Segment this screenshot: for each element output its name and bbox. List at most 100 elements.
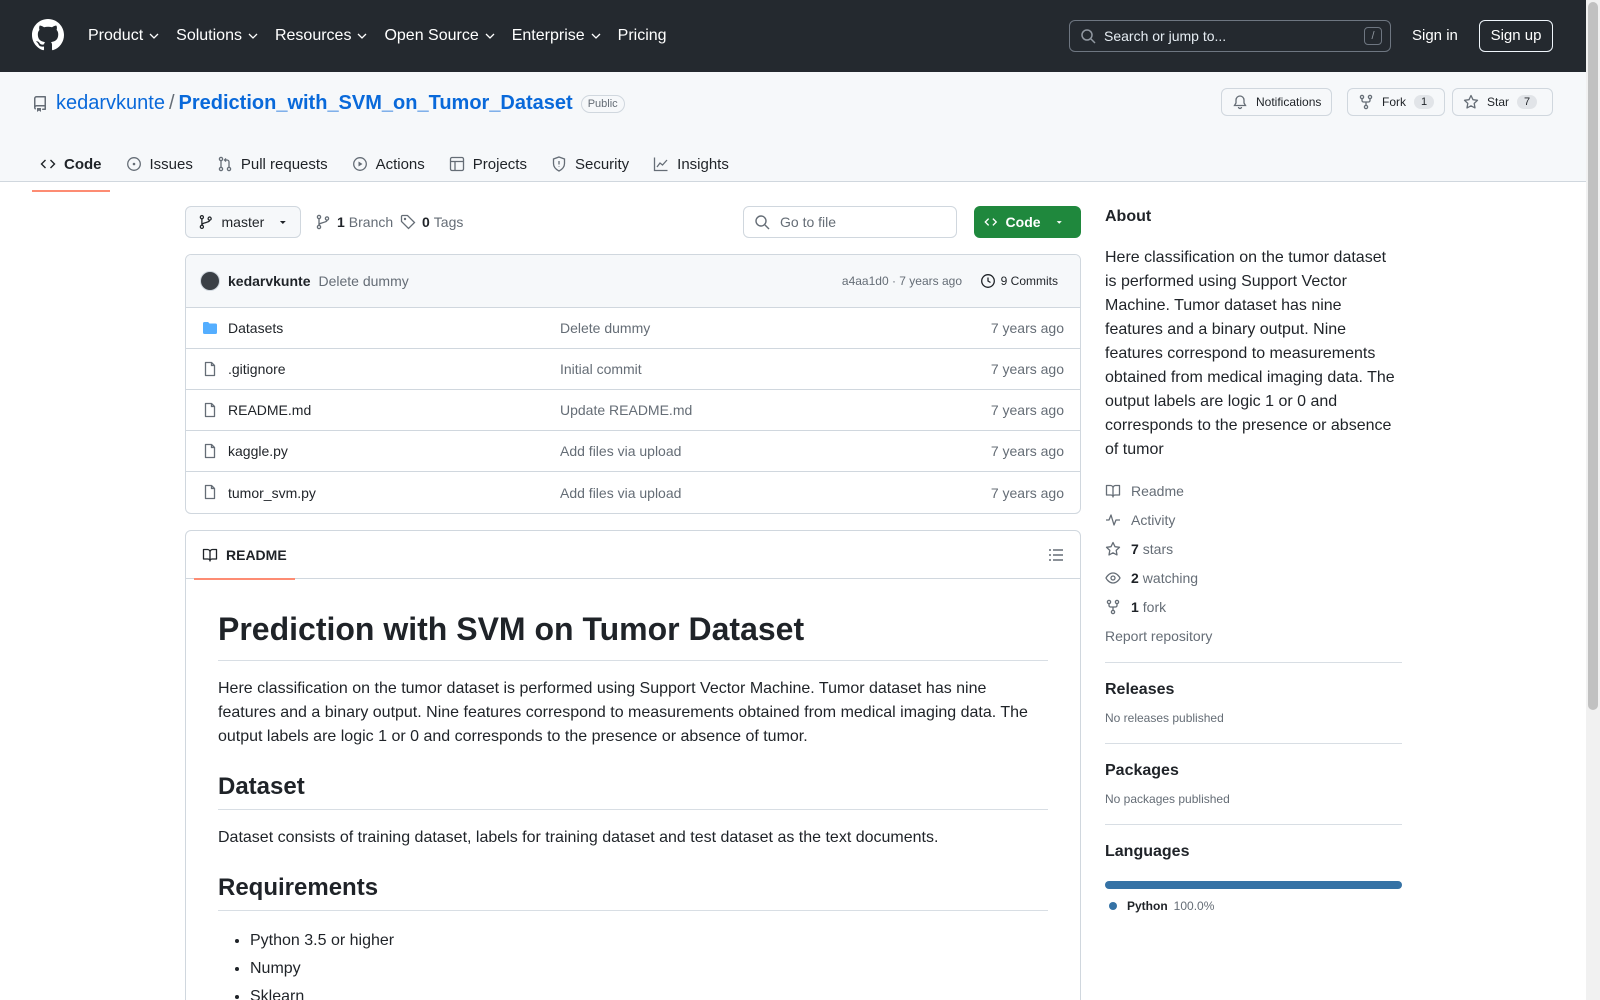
tab-pull-requests[interactable]: Pull requests bbox=[209, 146, 336, 182]
file-name[interactable]: .gitignore bbox=[228, 361, 286, 377]
tab-projects[interactable]: Projects bbox=[441, 146, 535, 182]
tab-actions[interactable]: Actions bbox=[344, 146, 433, 182]
list-icon[interactable] bbox=[1048, 547, 1064, 563]
tab-issues[interactable]: Issues bbox=[118, 146, 201, 182]
file-commit-message[interactable]: Delete dummy bbox=[560, 320, 650, 336]
table-row[interactable]: .gitignore Initial commit 7 years ago bbox=[186, 349, 1080, 390]
go-to-file-input[interactable]: Go to file bbox=[743, 206, 957, 238]
releases-section: Releases No releases published bbox=[1105, 662, 1402, 725]
file-date: 7 years ago bbox=[990, 320, 1064, 336]
branch-select-button[interactable]: master bbox=[185, 206, 301, 238]
commit-author[interactable]: kedarvkunte bbox=[228, 273, 310, 289]
list-item: Sklearn bbox=[250, 983, 1048, 1000]
readme-link[interactable]: Readme bbox=[1105, 476, 1402, 505]
language-item[interactable]: Python 100.0% bbox=[1105, 899, 1402, 913]
scrollbar-thumb[interactable] bbox=[1588, 2, 1598, 710]
search-input[interactable]: Search or jump to... / bbox=[1069, 20, 1391, 52]
sign-in-link[interactable]: Sign in bbox=[1412, 27, 1458, 44]
nav-pricing-label: Pricing bbox=[617, 27, 667, 44]
languages-section: Languages Python 100.0% bbox=[1105, 824, 1402, 913]
caret-down-icon bbox=[1056, 221, 1062, 224]
table-row[interactable]: README.md Update README.md 7 years ago bbox=[186, 390, 1080, 431]
notifications-button[interactable]: Notifications bbox=[1221, 88, 1333, 116]
sign-up-button[interactable]: Sign up bbox=[1479, 20, 1553, 52]
tag-icon bbox=[400, 214, 416, 230]
nav-open-source[interactable]: Open Source bbox=[384, 24, 495, 48]
commit-message[interactable]: Delete dummy bbox=[318, 273, 408, 289]
nav-solutions-label: Solutions bbox=[176, 27, 242, 44]
stars-link[interactable]: 7 stars bbox=[1105, 534, 1402, 563]
packages-empty-text: No packages published bbox=[1105, 792, 1230, 806]
file-icon bbox=[204, 402, 216, 418]
star-count: 7 bbox=[1517, 95, 1538, 109]
releases-title[interactable]: Releases bbox=[1105, 681, 1402, 699]
nav-enterprise[interactable]: Enterprise bbox=[512, 24, 602, 48]
table-row[interactable]: tumor_svm.py Add files via upload 7 year… bbox=[186, 472, 1080, 513]
caret-down-icon bbox=[280, 221, 287, 224]
nav-resources[interactable]: Resources bbox=[275, 24, 368, 48]
star-button[interactable]: Star 7 bbox=[1452, 88, 1553, 116]
page-scrollbar[interactable] bbox=[1586, 0, 1600, 1000]
nav-solutions[interactable]: Solutions bbox=[176, 24, 259, 48]
nav-product[interactable]: Product bbox=[88, 24, 160, 48]
readme-intro: Here classification on the tumor dataset… bbox=[218, 680, 1028, 745]
branch-count: 1 bbox=[337, 214, 345, 230]
search-icon bbox=[1081, 29, 1096, 44]
forks-link[interactable]: 1 fork bbox=[1105, 592, 1402, 621]
file-date: 7 years ago bbox=[990, 402, 1064, 418]
nav-open-source-label: Open Source bbox=[384, 27, 479, 44]
latest-commit-bar: kedarvkunte Delete dummy a4aa1d0 · 7 yea… bbox=[186, 255, 1080, 308]
search-icon bbox=[755, 215, 770, 230]
releases-empty-text: No releases published bbox=[1105, 711, 1224, 725]
stars-count: 7 bbox=[1131, 540, 1139, 557]
packages-title[interactable]: Packages bbox=[1105, 762, 1402, 780]
tab-security[interactable]: Security bbox=[543, 146, 637, 182]
nav-pricing[interactable]: Pricing bbox=[618, 24, 667, 48]
search-shortcut-key: / bbox=[1364, 27, 1382, 45]
readme-content: Prediction with SVM on Tumor Dataset Her… bbox=[186, 611, 1080, 1000]
top-nav: Product Solutions Resources Open Source … bbox=[88, 24, 683, 48]
code-dropdown-button[interactable]: Code bbox=[974, 206, 1081, 238]
file-commit-message[interactable]: Update README.md bbox=[560, 402, 692, 418]
fork-button[interactable]: Fork 1 bbox=[1347, 88, 1446, 116]
tab-insights-label: Insights bbox=[677, 155, 729, 173]
code-icon bbox=[40, 159, 56, 169]
tags-link[interactable]: 0 Tags bbox=[400, 214, 463, 230]
avatar[interactable] bbox=[200, 271, 220, 291]
repo-name-link[interactable]: Prediction_with_SVM_on_Tumor_Dataset bbox=[179, 92, 573, 115]
repo-tabs: Code Issues Pull requests Actions Projec… bbox=[32, 146, 745, 192]
about-description: Here classification on the tumor dataset… bbox=[1105, 249, 1395, 458]
about-links: Readme Activity 7 stars 2 watching 1 for… bbox=[1105, 476, 1402, 650]
book-icon bbox=[202, 548, 218, 562]
commits-link[interactable]: 9 Commits bbox=[980, 273, 1058, 289]
file-name[interactable]: README.md bbox=[228, 402, 311, 418]
watchers-link[interactable]: 2 watching bbox=[1105, 563, 1402, 592]
commit-sha-time[interactable]: a4aa1d0 · 7 years ago bbox=[842, 274, 962, 288]
file-browser: kedarvkunte Delete dummy a4aa1d0 · 7 yea… bbox=[185, 254, 1081, 514]
activity-link[interactable]: Activity bbox=[1105, 505, 1402, 534]
language-bar bbox=[1105, 881, 1402, 889]
fork-label: fork bbox=[1142, 598, 1167, 615]
about-title: About bbox=[1105, 208, 1152, 225]
file-name[interactable]: tumor_svm.py bbox=[228, 485, 316, 501]
tab-actions-label: Actions bbox=[375, 155, 425, 173]
repo-owner-link[interactable]: kedarvkunte bbox=[56, 92, 165, 115]
branch-count-link[interactable]: 1 Branch bbox=[315, 214, 393, 230]
table-row[interactable]: Datasets Delete dummy 7 years ago bbox=[186, 308, 1080, 349]
file-name[interactable]: kaggle.py bbox=[228, 443, 288, 459]
file-commit-message[interactable]: Add files via upload bbox=[560, 485, 681, 501]
github-logo-icon[interactable] bbox=[32, 19, 64, 51]
file-date: 7 years ago bbox=[990, 484, 1064, 501]
packages-section: Packages No packages published bbox=[1105, 743, 1402, 806]
tab-insights[interactable]: Insights bbox=[645, 146, 737, 182]
list-item: Numpy bbox=[250, 955, 1048, 983]
star-label: Star bbox=[1487, 95, 1510, 109]
readme-tab[interactable]: README bbox=[194, 531, 295, 580]
file-name[interactable]: Datasets bbox=[228, 320, 283, 336]
file-commit-message[interactable]: Initial commit bbox=[560, 361, 642, 377]
file-commit-message[interactable]: Add files via upload bbox=[560, 443, 681, 459]
report-repository-link[interactable]: Report repository bbox=[1105, 621, 1402, 650]
tab-code[interactable]: Code bbox=[32, 146, 110, 192]
repo-icon bbox=[34, 95, 46, 112]
table-row[interactable]: kaggle.py Add files via upload 7 years a… bbox=[186, 431, 1080, 472]
